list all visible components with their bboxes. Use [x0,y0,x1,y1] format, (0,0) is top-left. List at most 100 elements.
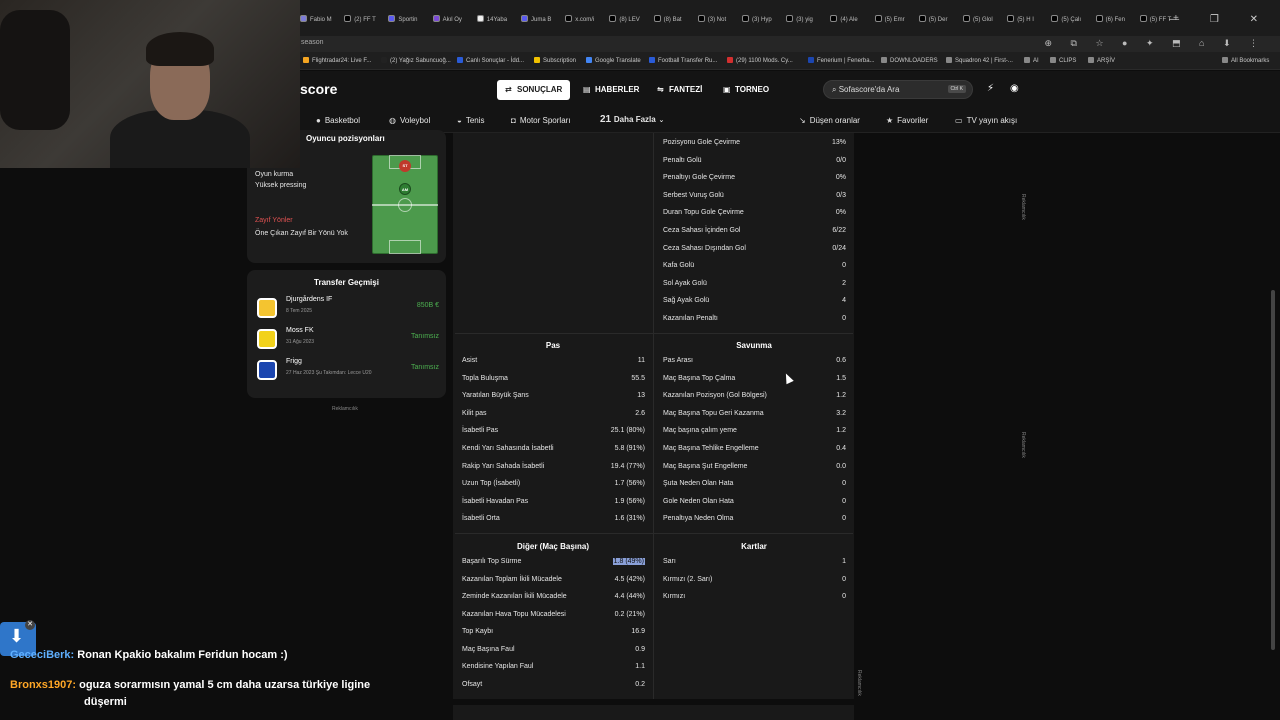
browser-tab[interactable]: (8) Bat [653,15,685,29]
bookmark-label: Google Translate [595,58,641,64]
browser-tab[interactable]: Fabio M [300,15,335,29]
bookmark-item[interactable]: Squadron 42 | First-... [946,57,1013,64]
bookmark-item[interactable]: DOWNLOADERS [881,57,938,64]
page-scrollbar[interactable] [1271,290,1275,650]
stat-row: Asist 11 [462,357,645,369]
subnav-tv-yayin-akisi[interactable]: ▭ TV yayın akışı [955,116,1017,125]
stat-label: Yaratılan Büyük Şans [462,392,529,400]
section-title-diger: Diğer (Maç Başına) [516,542,590,551]
browser-tab[interactable]: Sportin [388,15,420,29]
browser-tab[interactable]: (5) Çalı [1051,15,1084,29]
browser-tab[interactable]: 14Yaba [476,15,510,29]
search-input[interactable]: ⌕ Sofascore'da Ara Ctrl K [823,80,973,99]
browser-tab[interactable]: (5) Glol [963,15,996,29]
bookmark-item[interactable]: AI [1024,57,1039,64]
stat-label: Kırmızı (2. Sarı) [663,575,713,583]
subnav-dusen-oranlar[interactable]: ↘ Düşen oranlar [799,116,860,125]
subnav-voleybol[interactable]: ◍ Voleybol [389,116,430,125]
bookmark-favicon-icon [649,57,655,63]
bookmark-item[interactable]: ARŞİV [1088,57,1115,64]
chat-username: Bronxs1907: [10,679,77,691]
stat-label: İsabetli Orta [462,515,500,523]
browser-tab[interactable]: (4) Ale [830,15,860,29]
bookmark-item[interactable]: CLIPS [1050,57,1076,64]
section-title-kartlar: Kartlar [741,542,767,551]
nav-fantezi[interactable]: ⇋ FANTEZİ [649,80,710,100]
browser-tab[interactable]: (3) Hyp [742,15,775,29]
bookmark-favicon-icon [727,57,733,63]
basketball-icon: ● [316,116,321,125]
bookmark-item[interactable]: Football Transfer Ru... [649,57,717,64]
position-am: AM [399,183,411,195]
stat-row: Penaltı Golü 0/0 [663,157,846,169]
browser-tab[interactable]: (3) Not [697,15,729,29]
window-controls[interactable]: — ❐ ✕ [1169,14,1272,25]
stat-label: Kafa Golü [663,262,695,270]
browser-tab[interactable]: (5) H I [1007,15,1037,29]
subnav-daha-fazla[interactable]: 21 Daha Fazla ⌄ [600,114,664,125]
browser-tab[interactable]: Juma B [521,15,554,29]
subnav-motor-sporlari[interactable]: ◘ Motor Sporları [511,116,571,125]
transfer-row[interactable]: Moss FK 31 Ağu 2023 Tanımsız [255,324,439,354]
tab-label: (3) yig [796,17,813,23]
stat-row: Maç başına çalım yeme 1.2 [663,427,846,439]
site-logo[interactable]: score [300,81,337,97]
subnav-tenis[interactable]: ◒ Tenis [457,116,485,125]
browser-tab[interactable]: (8) LEV [609,15,642,29]
browser-tab[interactable]: (3) yig [786,15,816,29]
stat-label: Kazanılan Toplam İkili Mücadele [462,575,562,583]
bookmark-item[interactable]: (29) 1100 Mods. Cy... [727,57,793,64]
section-divider [455,333,853,334]
stat-row: İsabetli Orta 1.6 (31%) [462,515,645,527]
bookmark-item[interactable]: Google Translate [586,57,641,64]
browser-toolbar-icons[interactable]: ⊕ ⧉ ☆ ● ✦ ⬒ ⌂ ⬇ ⋮ [1045,38,1267,49]
tab-label: (4) Ale [840,17,858,23]
bookmark-item[interactable]: All Bookmarks [1222,57,1269,64]
folder-icon [946,57,952,63]
browser-tab[interactable]: (5) Der [918,15,951,29]
subnav-basketbol[interactable]: ● Basketbol [316,116,360,125]
stat-label: Başarılı Top Sürme [462,558,522,565]
stat-row: Maç Başına Tehlike Engelleme 0.4 [663,445,846,457]
nav-haberler[interactable]: ▤ HABERLER [575,80,647,100]
url-text[interactable]: season [301,39,324,46]
folder-icon [1088,57,1094,63]
browser-tab[interactable]: Akıl Oy [432,15,465,29]
bookmark-item[interactable]: Canlı Sonuçlar - İdd... [457,57,524,64]
stat-label: Pozisyonu Gole Çevirme [663,139,741,146]
chevron-down-icon: ⌄ [658,117,665,124]
stat-row: Şuta Neden Olan Hata 0 [663,480,846,492]
browser-tab[interactable]: (5) Emr [874,15,908,29]
browser-tab[interactable]: (6) Fen [1095,15,1128,29]
bookmark-item[interactable]: Subscription [534,57,576,64]
stat-value: 0.9 [635,645,645,653]
stat-value: 0.4 [836,445,846,452]
stat-value: 55.5 [631,374,645,382]
nav-torneo[interactable]: ▣ TORNEO [715,80,777,100]
bookmark-item[interactable]: Flightradar24: Live F... [303,57,371,64]
lightning-icon[interactable]: ⚡ [987,83,994,94]
transfer-row[interactable]: Frigg 27 Haz 2023 Şu Takımdan: Lecce U20 T… [255,355,439,385]
user-icon[interactable]: ◉ [1010,83,1019,94]
stat-row: Maç Başına Şut Engelleme 0.0 [663,463,846,475]
stat-label: Penaltıya Neden Olma [663,515,734,523]
bookmark-label: DOWNLOADERS [890,58,938,64]
nav-sonuclar[interactable]: ⇄ SONUÇLAR [497,80,571,100]
close-icon[interactable]: ✕ [25,620,35,630]
browser-tab[interactable]: (2) FF T [344,15,379,29]
stat-row: Ceza Sahası Dışından Gol 0/24 [663,245,846,257]
browser-tab[interactable]: x.com/i [565,15,597,29]
bookmark-item[interactable]: (2) Yağız Sabuncuoğ... [381,57,451,64]
subnav-favoriler[interactable]: ★ Favoriler [886,116,928,125]
bookmark-item[interactable]: Fenerium | Fenerba... [808,57,875,64]
stat-row: Sağ Ayak Golü 4 [663,297,846,309]
news-icon: ▤ [583,85,591,94]
chat-text: Ronan Kpakio bakalım Feridun hocam :) [77,649,288,661]
transfer-row[interactable]: Djurgårdens IF 8 Tem 2025 850B € [255,293,439,323]
pitch-center-circle [398,198,412,212]
tab-label: (6) Fen [1105,17,1125,23]
stat-value: 4.5 (42%) [614,575,645,583]
stat-value: 0% [835,174,846,182]
tab-label: (5) Çalı [1061,17,1082,23]
tab-label: (5) Emr [884,17,905,23]
